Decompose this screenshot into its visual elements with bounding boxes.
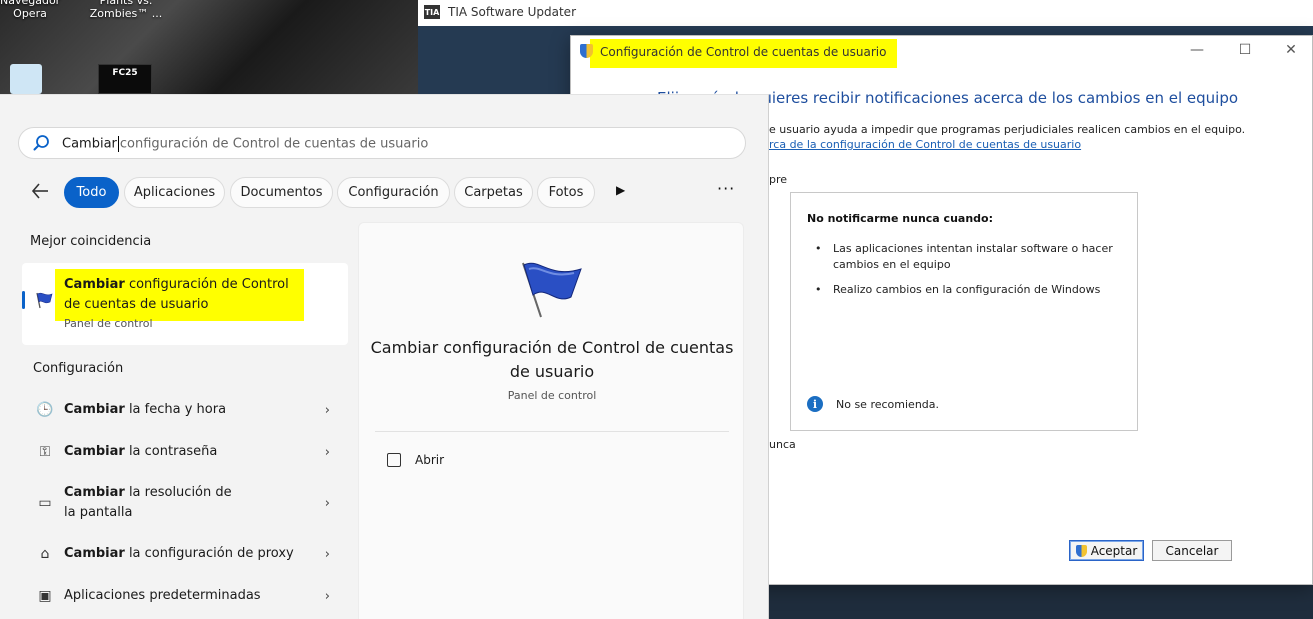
best-match-subtitle: Panel de control xyxy=(64,317,153,330)
fc25-icon[interactable]: FC25 xyxy=(98,64,152,94)
list-item: Realizo cambios en la configuración de W… xyxy=(807,282,1117,298)
result-label: Cambiar la contraseña xyxy=(64,442,294,462)
more-filters-arrow-icon[interactable]: ▶ xyxy=(616,183,625,197)
filter-all[interactable]: Todo xyxy=(64,177,119,208)
result-rest: la configuración de proxy xyxy=(124,546,294,561)
search-input[interactable]: Cambiar configuración de Control de cuent… xyxy=(18,127,746,159)
selection-indicator xyxy=(22,291,25,309)
accept-label: Aceptar xyxy=(1090,543,1138,558)
result-bold: Cambiar xyxy=(64,444,125,459)
network-icon: ⌂ xyxy=(40,546,50,562)
query-typed: Cambiar xyxy=(62,136,117,152)
info-icon: i xyxy=(807,396,823,412)
default-apps-icon: ▣ xyxy=(38,588,52,604)
desktop-icon-pvz-label[interactable]: Plants vs. Zombies™ ... xyxy=(86,0,166,20)
uac-flag-icon xyxy=(36,292,53,309)
settings-result-proxy[interactable]: ⌂ Cambiar la configuración de proxy › xyxy=(22,537,348,571)
shield-icon xyxy=(1075,544,1087,557)
divider xyxy=(375,431,729,432)
bullet-list: Las aplicaciones intentan instalar softw… xyxy=(807,241,1117,307)
tia-title: TIA Software Updater xyxy=(448,5,576,19)
filter-photos[interactable]: Fotos xyxy=(537,177,595,208)
best-match-result[interactable]: Cambiar configuración de Control de cuen… xyxy=(22,263,348,345)
settings-heading: Configuración xyxy=(33,361,124,376)
chevron-right-icon: › xyxy=(324,546,330,562)
result-rest: la fecha y hora xyxy=(124,402,227,417)
settings-result-default-apps[interactable]: ▣ Aplicaciones predeterminadas › xyxy=(22,579,348,613)
result-label: Cambiar la fecha y hora xyxy=(64,400,294,420)
slider-bottom-label: unca xyxy=(769,438,796,451)
best-match-bold: Cambiar xyxy=(64,277,125,292)
filter-apps[interactable]: Aplicaciones xyxy=(124,177,225,208)
text-caret xyxy=(117,136,119,152)
result-label: Cambiar la configuración de proxy xyxy=(64,544,294,564)
settings-result-resolution[interactable]: ▭ Cambiar la resolución de la pantalla › xyxy=(22,477,348,529)
chevron-right-icon: › xyxy=(324,444,330,460)
filter-settings[interactable]: Configuración xyxy=(337,177,450,208)
open-action[interactable]: Abrir xyxy=(387,453,444,467)
chevron-right-icon: › xyxy=(324,588,330,604)
info-text: No se recomienda. xyxy=(836,397,940,411)
clock-icon: 🕒 xyxy=(36,402,54,418)
uac-titlebar[interactable]: Configuración de Control de cuentas de u… xyxy=(571,36,1312,68)
recycle-bin-icon[interactable] xyxy=(10,64,42,94)
result-bold: Cambiar xyxy=(64,402,125,417)
monitor-icon: ▭ xyxy=(38,495,52,511)
result-label: Aplicaciones predeterminadas xyxy=(64,586,294,606)
more-options-icon[interactable]: ··· xyxy=(717,179,735,198)
result-rest: Aplicaciones predeterminadas xyxy=(64,588,261,603)
cancel-button[interactable]: Cancelar xyxy=(1152,540,1232,561)
maximize-button[interactable]: ☐ xyxy=(1235,42,1255,58)
search-icon xyxy=(33,135,49,151)
search-value: Cambiar configuración de Control de cuent… xyxy=(62,136,428,152)
chevron-right-icon: › xyxy=(324,402,330,418)
accept-button[interactable]: Aceptar xyxy=(1069,540,1144,561)
tia-logo-icon: TIA xyxy=(424,5,440,19)
minimize-button[interactable]: — xyxy=(1187,42,1207,58)
slider-top-label: pre xyxy=(769,173,788,186)
tia-titlebar[interactable]: TIA TIA Software Updater xyxy=(418,0,1313,24)
box-heading: No notificarme nunca cuando: xyxy=(807,212,993,225)
filter-documents[interactable]: Documentos xyxy=(230,177,333,208)
settings-result-password[interactable]: ⚿ Cambiar la contraseña › xyxy=(22,435,348,469)
filter-folders[interactable]: Carpetas xyxy=(454,177,533,208)
start-search-panel: Cambiar configuración de Control de cuent… xyxy=(0,94,769,619)
settings-result-date-time[interactable]: 🕒 Cambiar la fecha y hora › xyxy=(22,393,348,427)
result-bold: Cambiar xyxy=(64,546,125,561)
open-label: Abrir xyxy=(415,453,445,467)
close-button[interactable]: ✕ xyxy=(1281,42,1301,58)
query-autocomplete: configuración de Control de cuentas de u… xyxy=(119,136,429,152)
preview-title: Cambiar configuración de Control de cuen… xyxy=(370,338,734,381)
result-label: Cambiar la resolución de la pantalla xyxy=(64,483,244,523)
best-match-heading: Mejor coincidencia xyxy=(30,234,152,249)
key-icon: ⚿ xyxy=(39,444,51,460)
chevron-right-icon: › xyxy=(324,495,330,511)
result-rest: la contraseña xyxy=(124,444,218,459)
open-external-icon xyxy=(387,453,401,467)
uac-title: Configuración de Control de cuentas de u… xyxy=(600,45,887,59)
list-item: Las aplicaciones intentan instalar softw… xyxy=(807,241,1117,273)
uac-flag-large-icon xyxy=(522,262,582,318)
info-note: i No se recomienda. xyxy=(807,396,939,412)
desktop-background: Navegador Opera Plants vs. Zombies™ ... … xyxy=(0,0,418,94)
preview-subtitle: Panel de control xyxy=(507,389,597,402)
best-match-title: Cambiar configuración de Control de cuen… xyxy=(64,275,294,315)
back-arrow-icon[interactable] xyxy=(30,181,54,201)
notification-level-description: No notificarme nunca cuando: Las aplicac… xyxy=(790,192,1138,431)
desktop-icon-opera-label[interactable]: Navegador Opera xyxy=(0,0,60,20)
uac-description: e usuario ayuda a impedir que programas … xyxy=(769,123,1246,136)
uac-more-info-link[interactable]: rca de la configuración de Control de cu… xyxy=(769,138,1081,151)
result-bold: Cambiar xyxy=(64,485,125,500)
result-preview-pane: Cambiar configuración de Control de cuen… xyxy=(358,222,744,619)
wallpaper xyxy=(0,0,418,94)
uac-shield-icon xyxy=(580,44,593,58)
